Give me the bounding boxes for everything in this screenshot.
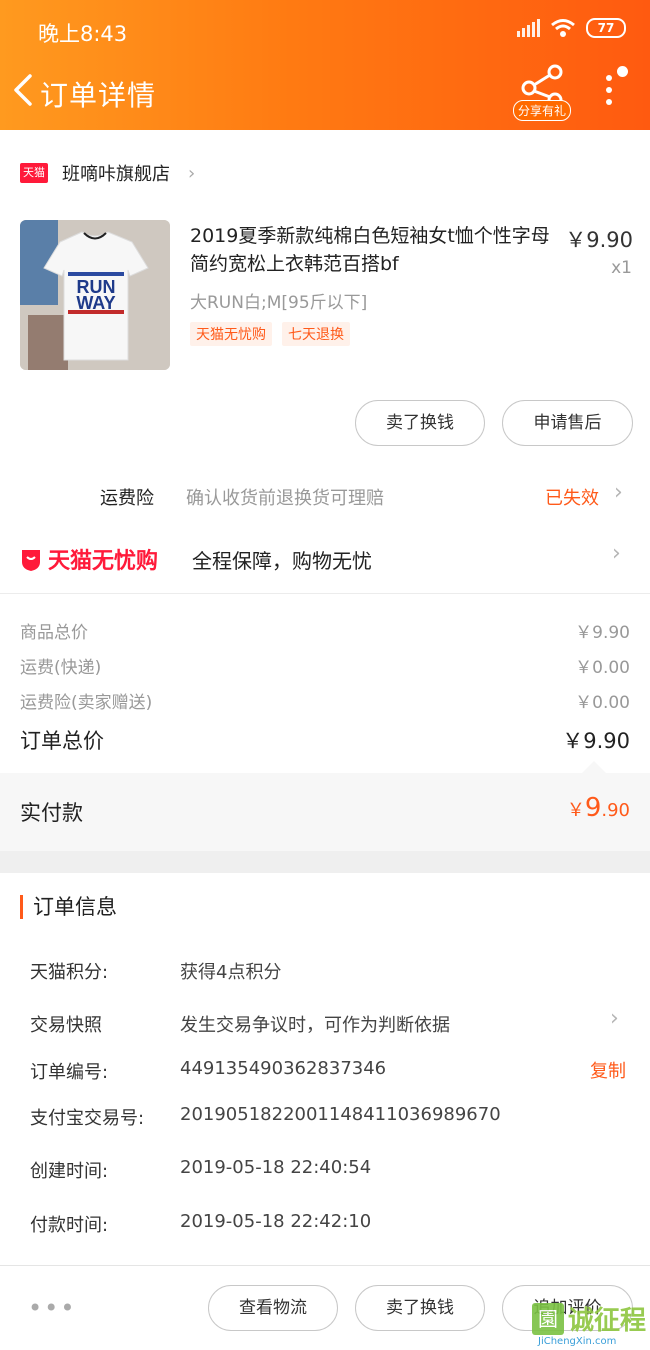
worry-free-row[interactable]: 天猫无忧购 全程保障，购物无忧 › bbox=[0, 535, 650, 583]
sell-exchange-bottom-button[interactable]: 卖了换钱 bbox=[355, 1285, 485, 1331]
app-header: 晚上8:43 77 订单详情 分享有礼 bbox=[0, 0, 650, 130]
price-row-label: 运费险(卖家赠送) bbox=[20, 693, 153, 713]
price-row-insurance: 运费险(卖家赠送) ￥0.00 bbox=[20, 688, 630, 713]
back-arrow-icon[interactable] bbox=[10, 70, 40, 110]
order-info-title: 订单信息 bbox=[20, 895, 117, 919]
product-tags: 天猫无忧购 七天退换 bbox=[190, 322, 350, 346]
watermark-text: 诚征程 bbox=[568, 1306, 647, 1336]
more-menu-icon[interactable] bbox=[602, 72, 616, 108]
info-label-paid: 付款时间: bbox=[30, 1215, 109, 1236]
signal-icon bbox=[517, 19, 540, 37]
price-row-label: 商品总价 bbox=[20, 623, 88, 643]
more-actions-icon[interactable]: ••• bbox=[28, 1294, 76, 1322]
info-label-snapshot[interactable]: 交易快照 bbox=[30, 1011, 102, 1037]
notification-dot bbox=[617, 66, 628, 77]
product-price: ￥9.90 bbox=[565, 228, 633, 252]
paid-amount-box: 实付款 ￥9.90 bbox=[0, 773, 650, 851]
info-value-created: 2019-05-18 22:40:54 bbox=[180, 1157, 372, 1178]
paid-pointer bbox=[582, 761, 606, 773]
freight-insurance-status: 已失效 bbox=[545, 488, 599, 509]
chevron-right-icon[interactable]: › bbox=[610, 1006, 619, 1031]
watermark-url: JiChengXin.com bbox=[538, 1336, 617, 1347]
price-row-label: 运费(快递) bbox=[20, 658, 102, 678]
tag-worry-free: 天猫无忧购 bbox=[190, 322, 272, 346]
info-label-alipay-id: 支付宝交易号: bbox=[30, 1108, 145, 1129]
price-row-value: ￥0.00 bbox=[575, 693, 630, 713]
info-value-paid: 2019-05-18 22:42:10 bbox=[180, 1211, 372, 1232]
tag-seven-day-return: 七天退换 bbox=[282, 322, 350, 346]
shop-name: 班嘀咔旗舰店 bbox=[62, 164, 170, 185]
info-label-created: 创建时间: bbox=[30, 1161, 109, 1182]
status-time: 晚上8:43 bbox=[38, 22, 128, 46]
chevron-right-icon: › bbox=[188, 162, 196, 184]
price-row-value: ￥0.00 bbox=[575, 658, 630, 678]
worry-free-desc: 全程保障，购物无忧 bbox=[192, 549, 372, 573]
bottom-bar-divider bbox=[0, 1265, 650, 1266]
chevron-right-icon: › bbox=[612, 541, 621, 566]
product-title[interactable]: 2019夏季新款纯棉白色短袖女t恤个性字母简约宽松上衣韩范百搭bf bbox=[190, 222, 550, 278]
info-value-snapshot[interactable]: 发生交易争议时，可作为判断依据 bbox=[180, 1011, 450, 1037]
section-gap bbox=[0, 851, 650, 873]
order-total-label: 订单总价 bbox=[20, 729, 104, 753]
wifi-icon bbox=[551, 19, 575, 37]
worry-free-brand: 天猫无忧购 bbox=[20, 543, 158, 575]
site-watermark: 園 诚征程 bbox=[532, 1300, 646, 1337]
price-row-goods: 商品总价 ￥9.90 bbox=[20, 618, 630, 643]
order-total-row: 订单总价 ￥9.90 bbox=[20, 725, 630, 755]
chevron-right-icon: › bbox=[614, 480, 623, 505]
page-title: 订单详情 bbox=[40, 79, 157, 112]
product-quantity: x1 bbox=[611, 258, 632, 278]
info-value-points: 获得4点积分 bbox=[180, 962, 282, 983]
info-label-points: 天猫积分: bbox=[30, 962, 109, 983]
paid-label: 实付款 bbox=[20, 801, 83, 825]
price-row-shipping: 运费(快递) ￥0.00 bbox=[20, 653, 630, 678]
battery-indicator: 77 bbox=[586, 18, 626, 38]
paid-value: ￥9.90 bbox=[566, 793, 630, 823]
status-icons: 77 bbox=[517, 18, 626, 38]
product-image[interactable]: RUN WAY bbox=[20, 220, 170, 370]
image-text-way: WAY bbox=[76, 293, 115, 313]
price-row-value: ￥9.90 bbox=[575, 623, 630, 643]
share-gift-label[interactable]: 分享有礼 bbox=[513, 100, 572, 121]
sell-exchange-button[interactable]: 卖了换钱 bbox=[355, 400, 485, 446]
info-label-order-id: 订单编号: bbox=[30, 1062, 109, 1083]
freight-insurance-row[interactable]: 运费险 确认收货前退换货可理赔 已失效 › bbox=[0, 472, 650, 520]
after-sale-button[interactable]: 申请售后 bbox=[502, 400, 633, 446]
view-logistics-button[interactable]: 查看物流 bbox=[208, 1285, 338, 1331]
shield-bag-icon bbox=[22, 550, 40, 571]
freight-insurance-desc: 确认收货前退换货可理赔 bbox=[186, 488, 384, 509]
watermark-logo-icon: 園 bbox=[532, 1302, 564, 1335]
info-value-alipay-id: 2019051822001148411036989670 bbox=[180, 1104, 501, 1125]
order-total-value: ￥9.90 bbox=[562, 729, 630, 753]
freight-insurance-label: 运费险 bbox=[100, 488, 154, 509]
product-sku: 大RUN白;M[95斤以下] bbox=[190, 293, 368, 313]
copy-order-id-button[interactable]: 复制 bbox=[590, 1057, 626, 1083]
shop-row[interactable]: 天猫 班嘀咔旗舰店 › bbox=[20, 160, 195, 186]
tmall-badge-icon: 天猫 bbox=[20, 163, 48, 183]
divider bbox=[0, 593, 650, 594]
worry-free-brand-text: 天猫无忧购 bbox=[48, 549, 159, 574]
info-value-order-id: 449135490362837346 bbox=[180, 1058, 387, 1079]
